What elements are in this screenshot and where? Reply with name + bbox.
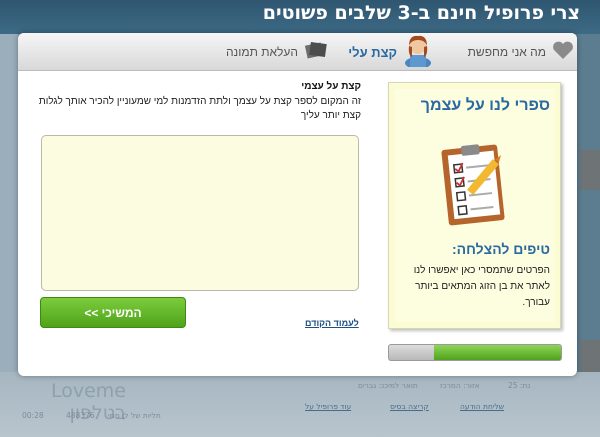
about-me-textarea[interactable] xyxy=(41,135,359,291)
background-link: עוד פרופיל על xyxy=(305,402,352,411)
progress-bar xyxy=(388,344,562,361)
previous-page-link[interactable]: לעמוד הקודם xyxy=(305,318,359,328)
step-what-im-looking-for[interactable]: מה אני מחפשת xyxy=(450,33,574,71)
step-upload-photo[interactable]: העלאת תמונה xyxy=(218,33,328,71)
form-title: קצת על עצמי xyxy=(301,81,361,92)
background-row-time: 00:28 xyxy=(22,411,44,420)
tips-subheading: טיפים להצלחה: xyxy=(452,241,550,257)
woman-avatar-icon xyxy=(403,33,433,71)
progress-fill xyxy=(433,345,561,360)
background-link: קריצה בסיס xyxy=(390,402,429,411)
form-description: זה המקום לספר קצת על עצמך ולתת הזדמנות ל… xyxy=(38,96,361,121)
background-row: אזור: המרכז xyxy=(440,381,480,390)
clipboard-checklist-icon xyxy=(439,141,515,231)
background-row-num: 488376 xyxy=(66,411,95,420)
background-row: תואר למיכנ: גברים xyxy=(358,381,418,390)
continue-button[interactable]: המשיכי >> xyxy=(40,297,186,328)
background-photo xyxy=(580,150,600,190)
step-about-me[interactable]: קצת עלי xyxy=(343,33,433,71)
background-link: שליחת הודעה xyxy=(460,402,505,411)
photo-stack-icon xyxy=(304,39,328,65)
registration-modal: מה אני מחפשת קצת עלי העלאת תמונה קצת על … xyxy=(18,33,577,376)
page-title: צרי פרופיל חינם ב-3 שלבים פשוטים xyxy=(262,2,580,24)
tips-text: הפרטים שתמסרי כאן יאפשרו לנו לאתר את בן … xyxy=(413,265,550,308)
background-row-text: תליות של לן ממי xyxy=(108,411,161,420)
heart-icon xyxy=(552,40,574,64)
steps-bar: מה אני מחפשת קצת עלי העלאת תמונה xyxy=(18,33,577,71)
step-label: העלאת תמונה xyxy=(225,45,298,59)
background-row: נת: 25 xyxy=(508,381,531,390)
step-label: קצת עלי xyxy=(348,44,397,60)
tips-heading: ספרי לנו על עצמך xyxy=(420,97,550,114)
step-label: מה אני מחפשת xyxy=(467,45,546,59)
tips-panel: ספרי לנו על עצמך טיפים להצלחה: הפרטים שת… xyxy=(388,82,561,329)
